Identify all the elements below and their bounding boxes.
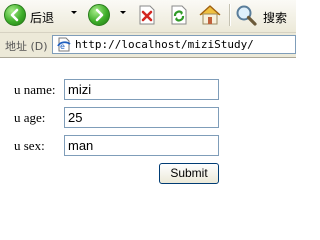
- name-label: u name:: [14, 82, 56, 97]
- back-button[interactable]: 后退: [4, 3, 64, 29]
- search-button[interactable]: 搜索: [234, 3, 294, 29]
- address-bar: 地址 (D) e http://localhost/miziStudy/: [0, 33, 296, 58]
- browser-toolbar: 后退 搜索: [0, 0, 296, 33]
- sex-label: u sex:: [14, 138, 45, 153]
- address-input[interactable]: e http://localhost/miziStudy/: [52, 35, 296, 54]
- page-icon: e: [56, 37, 72, 52]
- stop-icon: [136, 4, 158, 26]
- submit-button[interactable]: Submit: [159, 163, 219, 184]
- back-button-label: 后退: [30, 11, 55, 25]
- address-label: 地址 (D): [5, 40, 48, 53]
- back-history-dropdown-icon[interactable]: [71, 11, 77, 14]
- name-input[interactable]: mizi: [64, 79, 219, 100]
- home-icon: [198, 4, 221, 26]
- address-url: http://localhost/miziStudy/: [75, 38, 254, 51]
- sex-input[interactable]: man: [64, 135, 219, 156]
- refresh-button[interactable]: [168, 3, 192, 29]
- age-label: u age:: [14, 110, 46, 125]
- forward-history-dropdown-icon[interactable]: [120, 11, 126, 14]
- age-input[interactable]: 25: [64, 107, 219, 128]
- forward-icon: [88, 4, 110, 26]
- search-button-label: 搜索: [263, 11, 288, 25]
- home-button[interactable]: [198, 3, 224, 29]
- back-icon: [4, 4, 26, 26]
- svg-text:e: e: [60, 42, 65, 51]
- forward-button[interactable]: [88, 3, 114, 29]
- refresh-icon: [168, 4, 190, 26]
- stop-button[interactable]: [136, 3, 160, 29]
- toolbar-separator: [229, 4, 231, 26]
- search-icon: [234, 4, 257, 26]
- page-content: u name: mizi u age: 25 u sex: man Submit: [0, 58, 296, 202]
